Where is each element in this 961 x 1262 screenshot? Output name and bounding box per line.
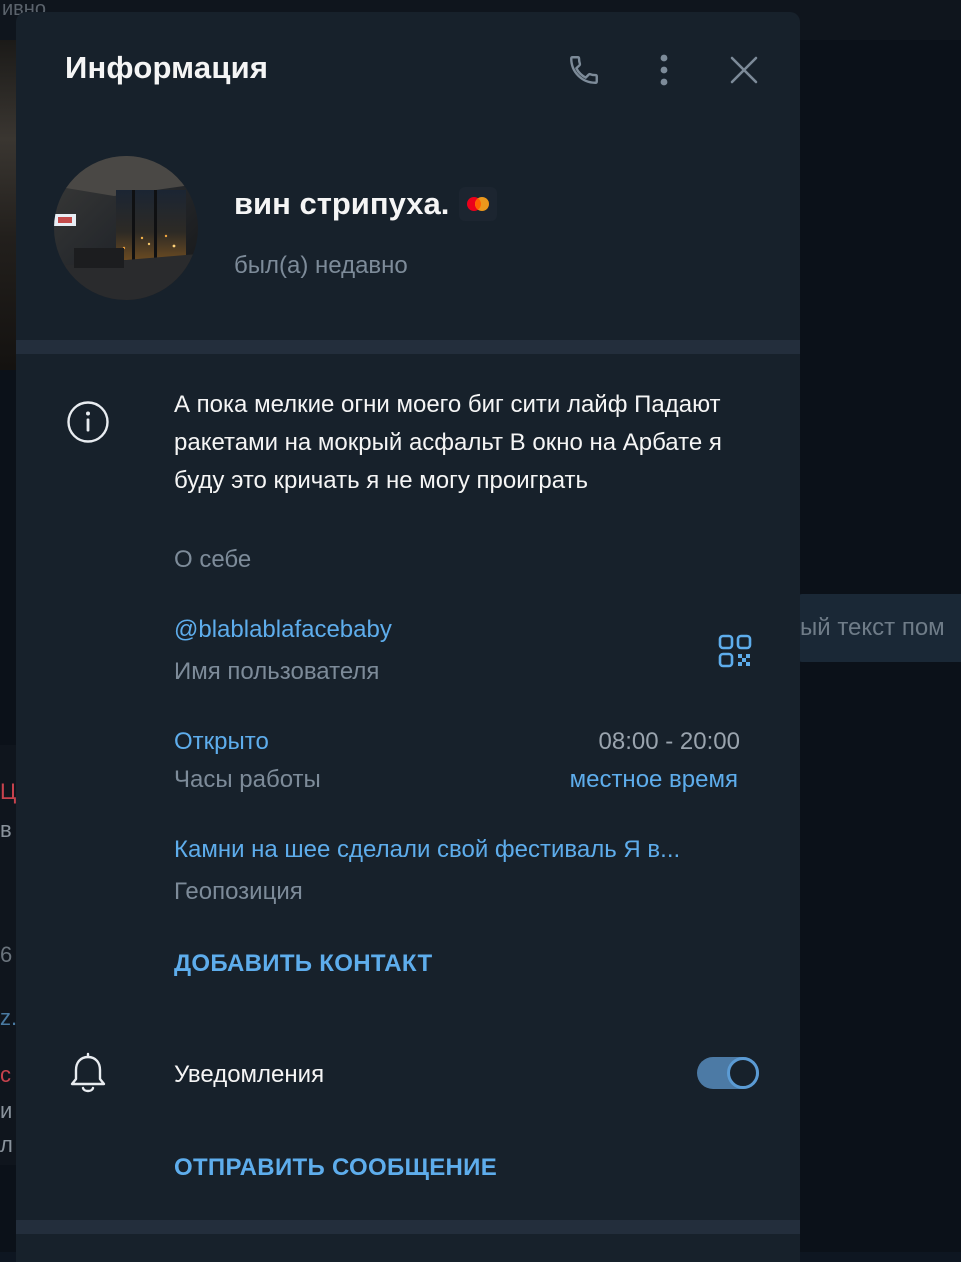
hours-status[interactable]: Открыто	[174, 728, 269, 756]
info-icon	[66, 400, 110, 449]
more-vertical-icon	[659, 53, 669, 87]
section-divider	[16, 1220, 800, 1234]
bell-icon	[68, 1052, 108, 1101]
phone-icon	[567, 53, 601, 87]
send-message-button[interactable]: ОТПРАВИТЬ СООБЩЕНИЕ	[174, 1154, 497, 1182]
location-link[interactable]: Камни на шее сделали свой фестиваль Я в.…	[174, 836, 680, 864]
close-button[interactable]	[720, 46, 768, 94]
user-info-panel: Информация	[16, 12, 800, 1262]
section-divider	[16, 340, 800, 354]
hours-timezone-toggle[interactable]: местное время	[570, 766, 738, 794]
background-fragment: и	[0, 1098, 16, 1124]
location-label: Геопозиция	[174, 878, 303, 906]
call-button[interactable]	[560, 46, 608, 94]
background-fragment: Ц	[0, 779, 16, 805]
profile-section: вин стрипуха. был(а) недавно	[16, 122, 800, 340]
more-menu-button[interactable]	[640, 46, 688, 94]
qr-code-icon	[718, 634, 752, 668]
mastercard-icon	[459, 187, 497, 221]
notifications-toggle[interactable]	[697, 1057, 759, 1089]
background-fragment: 6	[0, 942, 16, 968]
hours-time: 08:00 - 20:00	[599, 728, 740, 756]
notifications-label: Уведомления	[174, 1061, 324, 1089]
close-icon	[730, 56, 758, 84]
profile-status: был(а) недавно	[234, 252, 408, 280]
panel-header: Информация	[16, 12, 800, 122]
panel-title: Информация	[65, 50, 268, 86]
background-photo	[0, 40, 16, 370]
background-fragment: с	[0, 1062, 16, 1088]
background-fragment: в	[0, 817, 16, 843]
background-fragment: z.	[0, 1005, 16, 1031]
hours-label: Часы работы	[174, 766, 321, 794]
bio-label: О себе	[174, 546, 251, 574]
add-contact-button[interactable]: ДОБАВИТЬ КОНТАКТ	[174, 950, 432, 978]
profile-name: вин стрипуха.	[234, 186, 449, 222]
avatar[interactable]	[54, 156, 198, 300]
background-fragment: л	[0, 1132, 16, 1158]
background-message-text: ый текст пом	[800, 614, 945, 642]
bio-text: А пока мелкие огни моего биг сити лайф П…	[174, 386, 754, 500]
name-row: вин стрипуха.	[234, 186, 497, 222]
qr-code-button[interactable]	[718, 634, 752, 673]
username-link[interactable]: @blablablafacebaby	[174, 616, 392, 644]
toggle-knob	[727, 1057, 759, 1089]
username-label: Имя пользователя	[174, 658, 379, 686]
